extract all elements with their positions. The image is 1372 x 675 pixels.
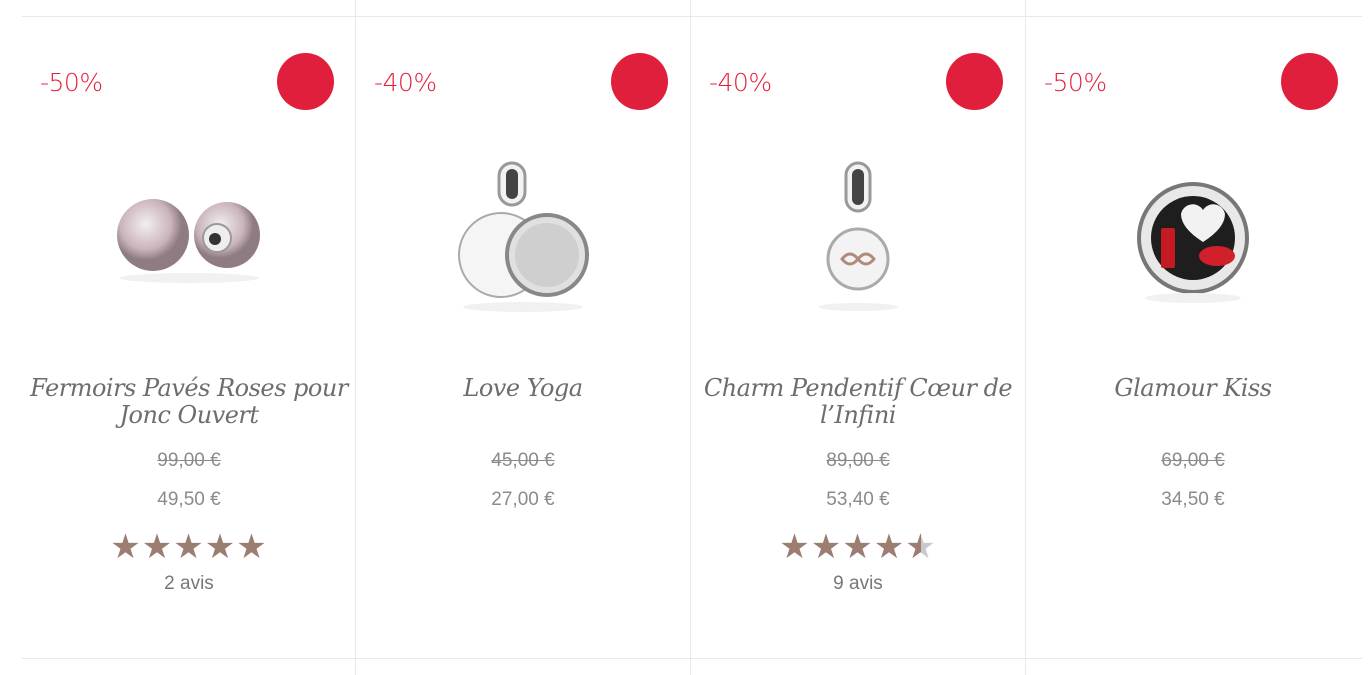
discount-label: -50% <box>40 68 103 97</box>
old-price: 69,00 € <box>1161 450 1225 471</box>
discount-label: -50% <box>1044 68 1107 97</box>
kiss-charm-icon <box>1137 182 1249 303</box>
star-rating: ★★★★★ <box>691 527 1025 567</box>
star-icon: ★ <box>204 528 237 566</box>
product-image[interactable] <box>691 120 1025 360</box>
sale-badge <box>277 53 334 110</box>
sale-price: 53,40 € <box>826 489 890 510</box>
sale-price: 49,50 € <box>157 489 221 510</box>
product-image[interactable] <box>22 120 356 360</box>
discount-label: -40% <box>374 68 437 97</box>
sale-badge <box>611 53 668 110</box>
clasp-charm-icon <box>117 199 260 283</box>
star-icon: ★ <box>110 528 142 566</box>
product-title[interactable]: Glamour Kiss <box>1026 375 1360 402</box>
review-count[interactable]: 2 avis <box>22 573 356 595</box>
product-card[interactable]: -50% Fermoirs Pavés Roses pour Jonc Ouve… <box>22 0 356 675</box>
sale-badge <box>1281 53 1338 110</box>
product-title[interactable]: Charm Pendentif Cœur de l’Infini <box>691 375 1025 429</box>
product-title[interactable]: Love Yoga <box>356 375 690 402</box>
discount-label: -40% <box>709 68 772 97</box>
dangle-disc-charm-icon <box>458 161 589 312</box>
star-icon: ★ <box>779 528 811 566</box>
product-card[interactable]: -40% Charm Pendentif Cœur de l’Infini 89… <box>691 0 1025 675</box>
star-icon: ★ <box>873 528 906 566</box>
product-card[interactable]: -40% Love Yoga 45,00 € 27,00 € <box>356 0 690 675</box>
infinity-pendant-icon <box>818 161 898 311</box>
product-card[interactable]: -50% Glamour Kiss 69,00 € 34,50 € <box>1026 0 1360 675</box>
sale-price: 27,00 € <box>491 489 555 510</box>
star-icon: ★ <box>141 528 174 566</box>
sale-badge <box>946 53 1003 110</box>
star-icon: ★ <box>810 528 843 566</box>
review-count[interactable]: 9 avis <box>691 573 1025 595</box>
product-image[interactable] <box>356 120 690 360</box>
product-image[interactable] <box>1026 120 1360 360</box>
old-price: 99,00 € <box>157 450 221 471</box>
star-rating: ★★★★★ <box>22 527 356 567</box>
half-star-icon: ★ <box>905 527 936 567</box>
star-icon: ★ <box>236 528 268 566</box>
star-icon: ★ <box>842 528 874 566</box>
old-price: 89,00 € <box>826 450 890 471</box>
sale-price: 34,50 € <box>1161 489 1225 510</box>
product-title[interactable]: Fermoirs Pavés Roses pour Jonc Ouvert <box>22 375 356 429</box>
old-price: 45,00 € <box>491 450 555 471</box>
star-icon: ★ <box>173 528 205 566</box>
